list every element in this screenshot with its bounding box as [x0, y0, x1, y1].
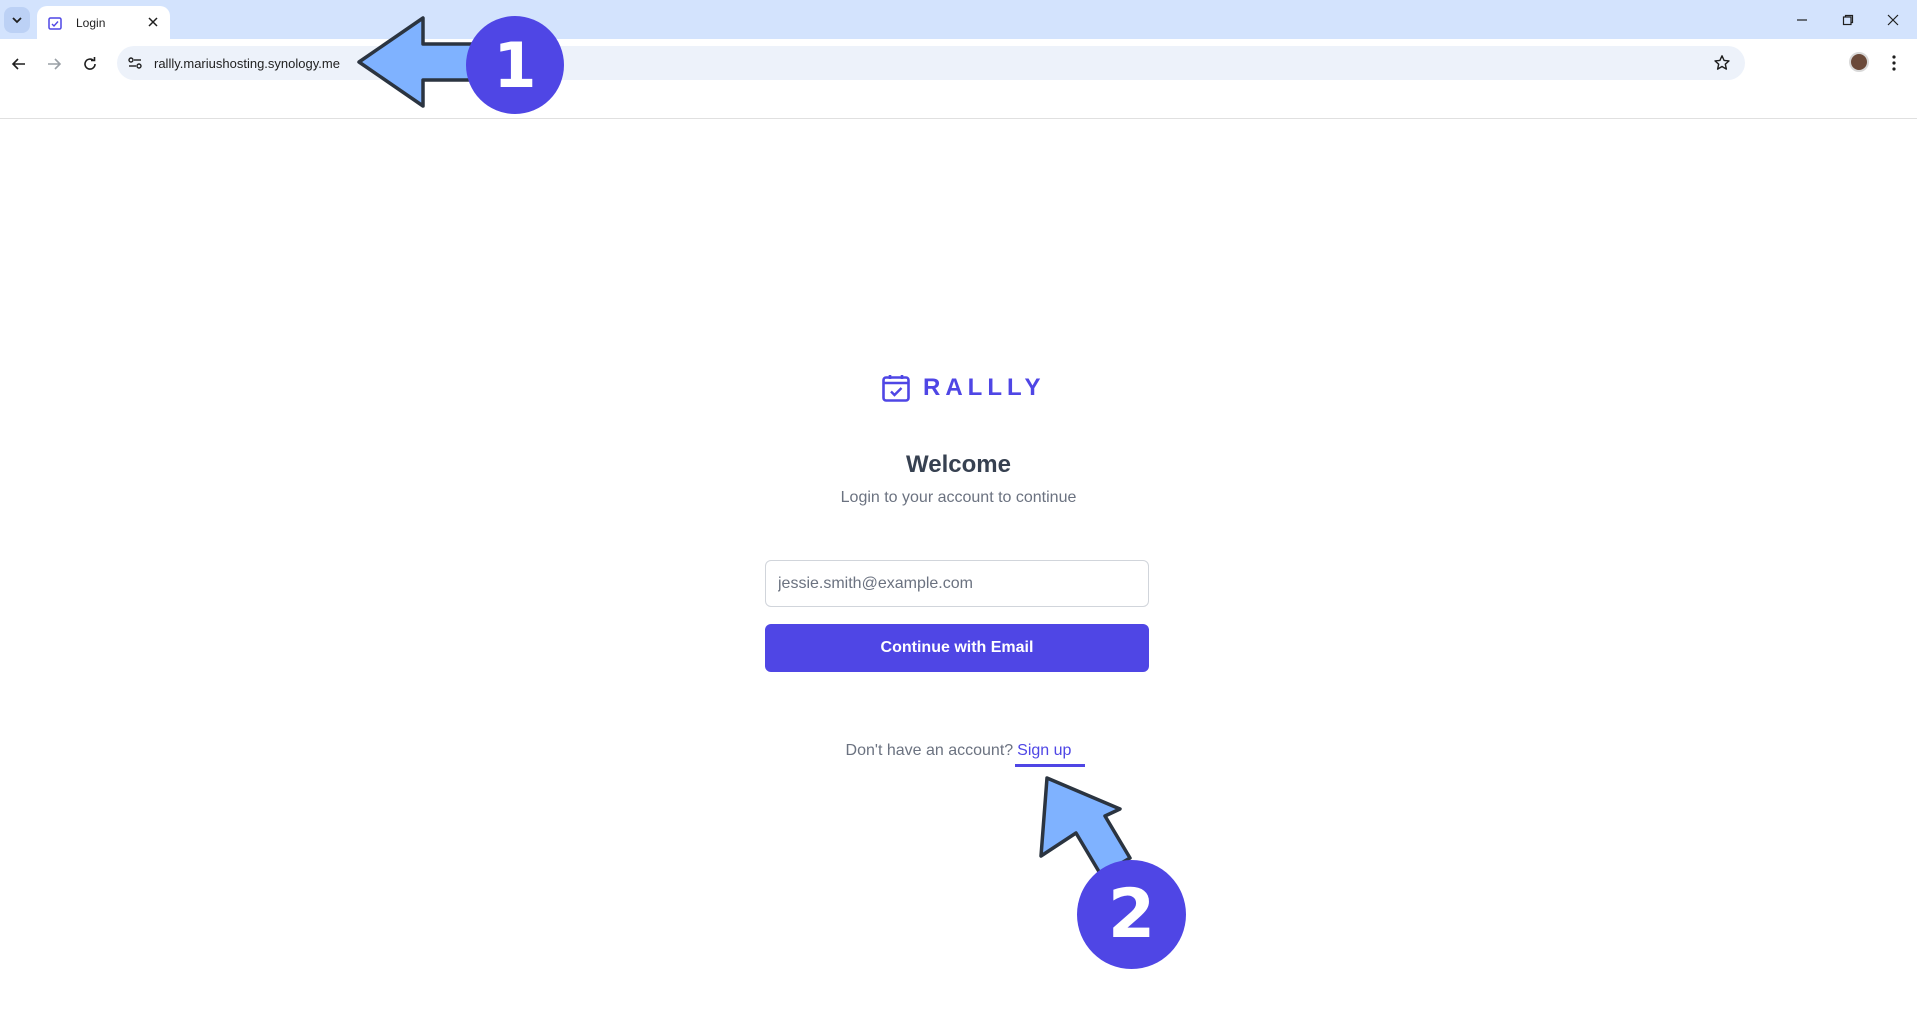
kebab-menu-icon[interactable]: [1884, 52, 1904, 74]
avatar[interactable]: [1849, 52, 1869, 72]
tab-login[interactable]: Login: [37, 6, 170, 39]
window-close-icon[interactable]: [1881, 8, 1905, 32]
tab-search-button[interactable]: [4, 7, 30, 33]
browser-toolbar: rallly.mariushosting.synology.me: [0, 39, 1917, 119]
logo-text: RALLLY: [923, 374, 1046, 401]
rallly-logo: RALLLY: [881, 372, 1045, 404]
page-subtitle: Login to your account to continue: [840, 489, 1077, 506]
signup-link[interactable]: Sign up: [1017, 742, 1071, 759]
restore-icon[interactable]: [1836, 8, 1860, 32]
step-badge-1: 1: [466, 16, 564, 114]
calendar-check-icon: [882, 375, 910, 402]
login-page: RALLLY Welcome Login to your account to …: [0, 120, 1917, 1028]
tab-title: Login: [76, 15, 106, 30]
signup-prompt: Don't have an account?: [845, 742, 1014, 759]
chevron-down-icon: [12, 17, 22, 24]
back-icon[interactable]: [7, 52, 31, 76]
url-text[interactable]: rallly.mariushosting.synology.me: [154, 56, 340, 71]
star-icon[interactable]: [1713, 54, 1731, 72]
close-icon[interactable]: [145, 14, 161, 30]
signup-row: Don't have an account? Sign up: [0, 742, 1917, 760]
forward-icon[interactable]: [42, 52, 66, 76]
reload-icon[interactable]: [78, 52, 102, 76]
calendar-check-icon: [47, 15, 63, 31]
minimize-icon[interactable]: [1790, 8, 1814, 32]
email-field[interactable]: [765, 560, 1149, 607]
page-title: Welcome: [906, 451, 1011, 478]
site-info-icon[interactable]: [127, 55, 143, 71]
step-badge-2: 2: [1077, 860, 1186, 969]
tab-strip: Login: [0, 0, 1917, 39]
continue-with-email-button[interactable]: Continue with Email: [765, 624, 1149, 672]
signup-highlight-underline: [1015, 764, 1085, 767]
